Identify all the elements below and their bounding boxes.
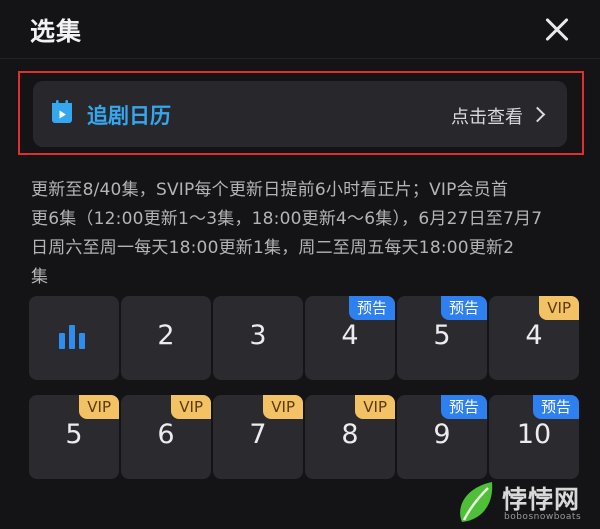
episode-tile[interactable]: 8 VIP [305, 395, 395, 479]
vip-badge: VIP [539, 296, 579, 320]
schedule-line: 更6集（12:00更新1～3集，18:00更新4～6集），6月27日至7月7 [31, 209, 543, 229]
schedule-line: 更新至8/40集，SVIP每个更新日提前6小时看正片；VIP会员首 [31, 180, 509, 200]
episode-number: 10 [516, 419, 552, 450]
episode-number: 4 [525, 320, 543, 351]
episode-number: 7 [249, 419, 267, 450]
episode-number: 8 [341, 419, 359, 450]
episode-tile-playing[interactable] [29, 296, 119, 380]
episode-number: 5 [433, 320, 451, 351]
episode-tile[interactable]: 9 预告 [397, 395, 487, 479]
view-calendar-link[interactable]: 点击查看 [451, 103, 523, 129]
episode-number: 2 [157, 320, 175, 351]
episode-tile[interactable]: 2 [121, 296, 211, 380]
vip-badge: VIP [79, 395, 119, 419]
update-schedule-text: 更新至8/40集，SVIP每个更新日提前6小时看正片；VIP会员首 更6集（12… [31, 176, 577, 292]
panel-header: 选集 [0, 0, 600, 58]
preview-badge: 预告 [440, 296, 487, 320]
schedule-line: 日周六至周一每天18:00更新1集，周二至周五每天18:00更新2 [31, 238, 515, 258]
episode-tile[interactable]: 4 预告 [305, 296, 395, 380]
episode-number: 3 [249, 320, 267, 351]
episode-tile[interactable]: 5 VIP [29, 395, 119, 479]
leaf-logo-icon [460, 482, 493, 522]
drama-calendar-card[interactable]: 追剧日历 点击查看 [33, 81, 567, 147]
calendar-icon [52, 100, 72, 123]
episode-number: 6 [157, 419, 175, 450]
episode-tile[interactable]: 7 VIP [213, 395, 303, 479]
vip-badge: VIP [171, 395, 211, 419]
schedule-line: 集 [31, 267, 49, 287]
episode-number: 9 [433, 419, 451, 450]
vip-badge: VIP [263, 395, 303, 419]
watermark-text: 悖悖网 [502, 485, 581, 514]
preview-badge: 预告 [532, 395, 579, 419]
episode-number: 5 [65, 419, 83, 450]
watermark-subtext: bobosnowboats [504, 512, 582, 522]
drama-calendar-label: 追剧日历 [87, 104, 171, 128]
episode-tile[interactable]: 5 预告 [397, 296, 487, 380]
episode-tile[interactable]: 3 [213, 296, 303, 380]
header-divider [0, 58, 600, 59]
episode-tile[interactable]: 6 VIP [121, 395, 211, 479]
episode-number: 4 [341, 320, 359, 351]
site-watermark: 悖悖网 bobosnowboats [452, 474, 600, 529]
preview-badge: 预告 [440, 395, 487, 419]
vip-badge: VIP [355, 395, 395, 419]
preview-badge: 预告 [348, 296, 395, 320]
now-playing-bars-icon [59, 323, 89, 349]
episode-tile[interactable]: 4 VIP [489, 296, 579, 380]
close-icon[interactable] [541, 14, 573, 46]
panel-title: 选集 [30, 17, 83, 46]
chevron-right-icon [529, 106, 546, 123]
episode-tile[interactable]: 10 预告 [489, 395, 579, 479]
